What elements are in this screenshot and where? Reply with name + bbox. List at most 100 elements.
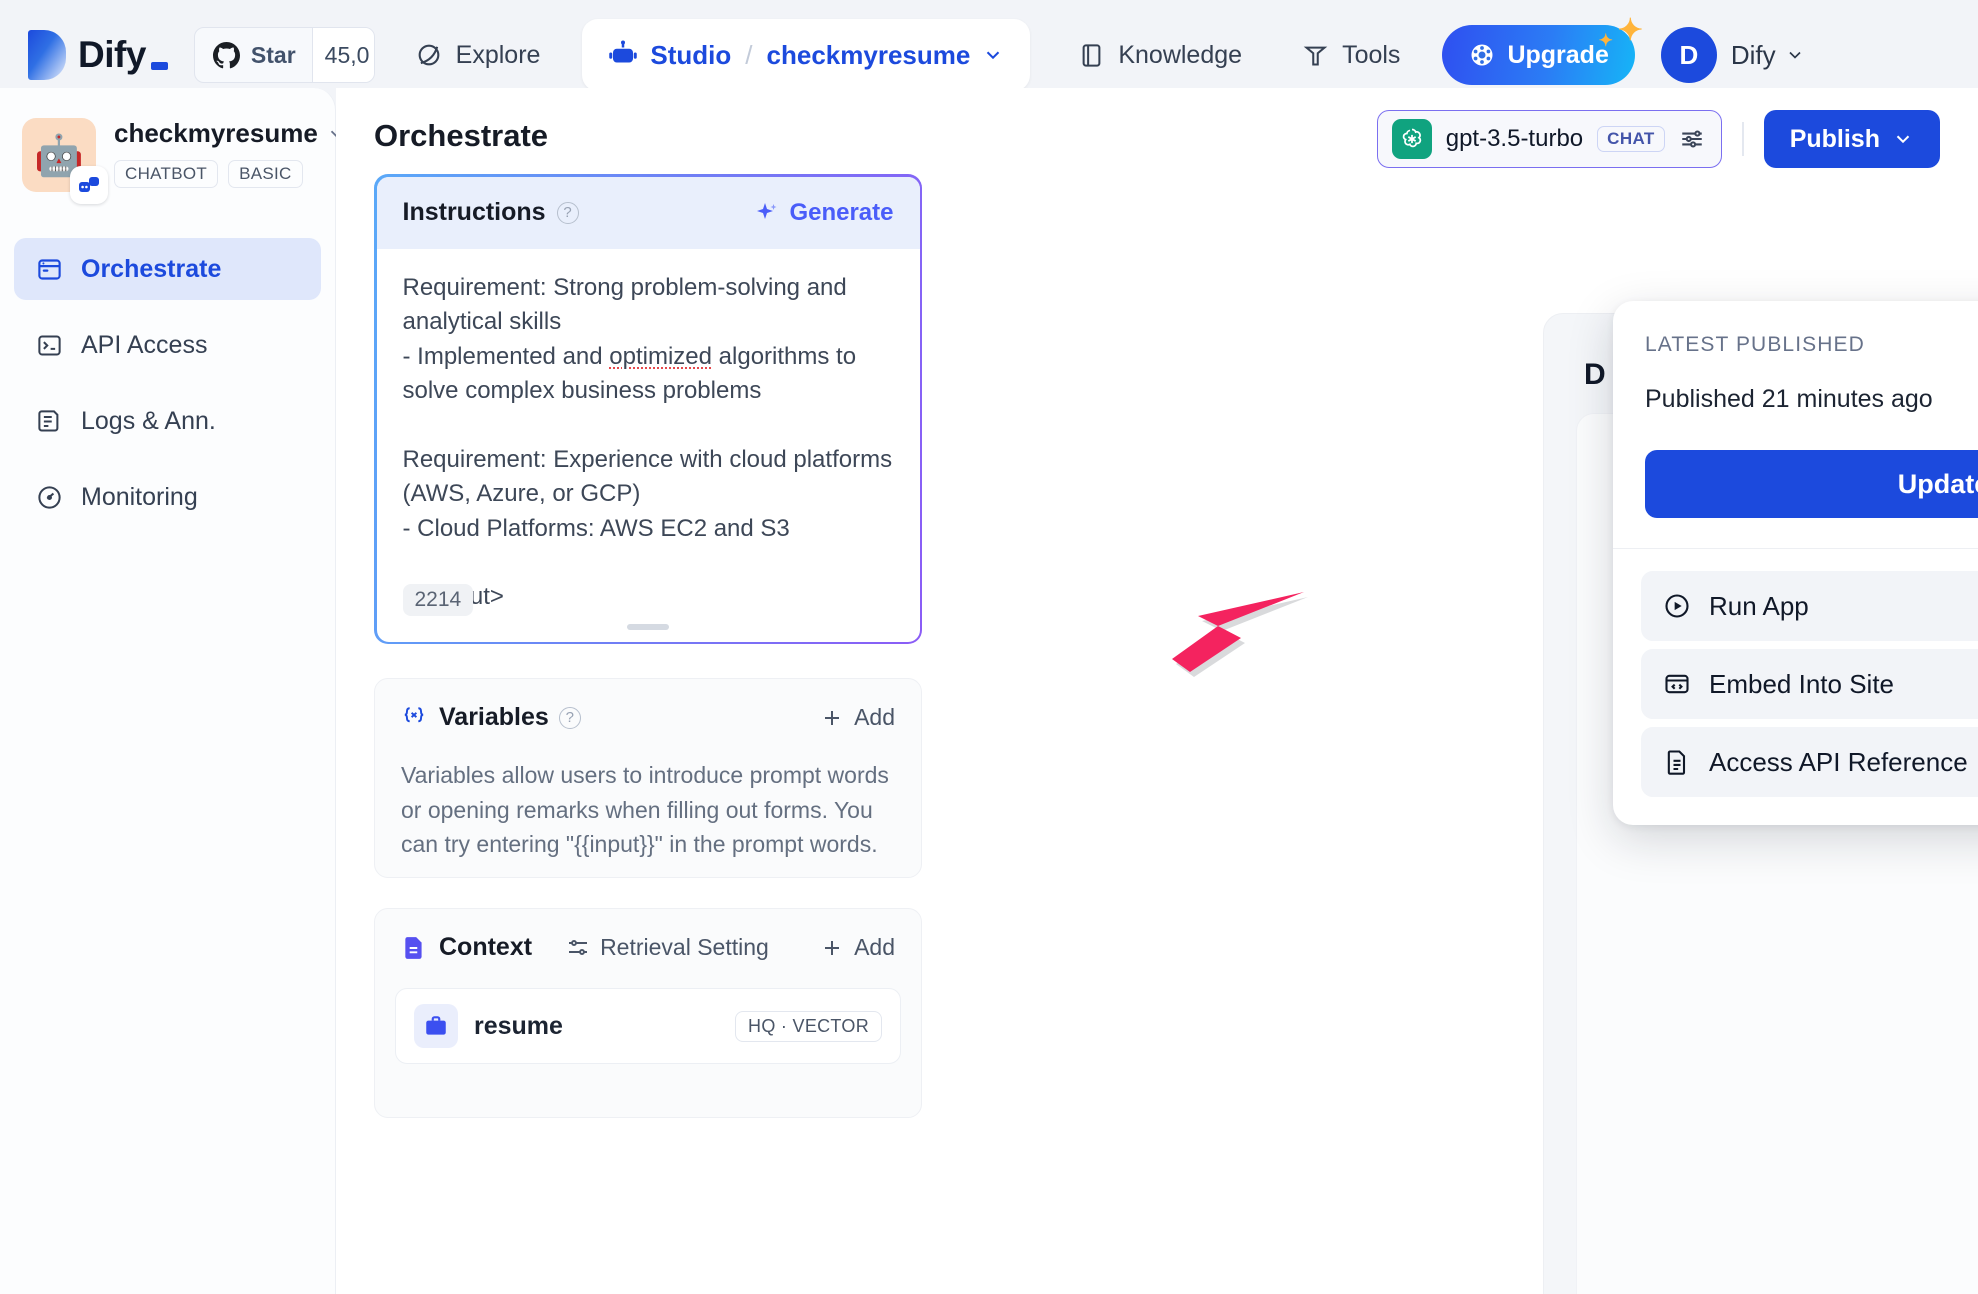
add-variable-button[interactable]: Add	[820, 704, 895, 731]
variables-title: Variables	[439, 703, 549, 732]
generate-label: Generate	[789, 199, 893, 227]
sidebar: 🤖 checkmyresume CHATBOT BASIC	[0, 88, 336, 1294]
debug-preview-title: D	[1584, 358, 1606, 392]
sidebar-nav: Orchestrate API Access Logs & Ann. Monit…	[0, 238, 335, 528]
question-mark-icon[interactable]: ?	[559, 707, 581, 729]
document-icon	[401, 935, 427, 961]
misspelled-word: optimized	[609, 343, 712, 370]
model-name: gpt-3.5-turbo	[1446, 125, 1583, 153]
retrieval-setting-button[interactable]: Retrieval Setting	[566, 934, 769, 961]
api-document-icon	[1663, 748, 1691, 776]
document-list-icon	[36, 408, 63, 435]
embed-code-icon	[1663, 670, 1691, 698]
main-content: Orchestrate gpt-3.5-turbo CHAT Publish	[336, 88, 1978, 1294]
app-plan-tag: BASIC	[228, 160, 303, 188]
sidebar-item-label: Orchestrate	[81, 255, 221, 284]
instructions-title: Instructions	[403, 198, 546, 227]
user-menu[interactable]: Dify	[1731, 40, 1805, 71]
sidebar-item-orchestrate[interactable]: Orchestrate	[14, 238, 321, 300]
knowledge-book-icon	[1078, 42, 1105, 69]
page-title: Orchestrate	[374, 118, 548, 154]
terminal-icon	[36, 332, 63, 359]
instructions-header: Instructions ? Generate	[377, 177, 920, 249]
access-api-reference-item[interactable]: Access API Reference	[1641, 727, 1978, 797]
add-context-button[interactable]: Add	[820, 934, 895, 961]
instructions-text[interactable]: Requirement: Strong problem-solving and …	[377, 249, 920, 615]
nav-explore-label: Explore	[456, 41, 541, 70]
upgrade-button[interactable]: ✦ ✦ Upgrade	[1442, 25, 1634, 85]
nav-explore[interactable]: Explore	[397, 27, 559, 83]
gauge-icon	[36, 484, 63, 511]
sidebar-item-label: Monitoring	[81, 483, 198, 512]
update-button[interactable]: Update	[1645, 450, 1978, 518]
model-mode-chip: CHAT	[1597, 126, 1665, 152]
nav-knowledge[interactable]: Knowledge	[1060, 27, 1260, 83]
publish-button[interactable]: Publish	[1764, 110, 1940, 168]
sidebar-app-header: 🤖 checkmyresume CHATBOT BASIC	[0, 88, 335, 192]
add-label: Add	[854, 704, 895, 731]
tools-hammer-icon	[1302, 42, 1329, 69]
sliders-icon[interactable]	[1679, 126, 1705, 152]
dataset-folder-icon	[414, 1004, 458, 1048]
model-selector[interactable]: gpt-3.5-turbo CHAT	[1377, 110, 1722, 168]
openai-icon	[1392, 119, 1432, 159]
publish-popup: LATEST PUBLISHED Published 21 minutes ag…	[1613, 301, 1978, 825]
dataset-name: resume	[474, 1012, 719, 1041]
upgrade-label: Upgrade	[1507, 41, 1608, 70]
instruction-line: Requirement: Strong problem-solving and …	[403, 271, 894, 340]
sidebar-item-monitoring[interactable]: Monitoring	[14, 466, 321, 528]
character-count: 2214	[403, 584, 474, 616]
brand-logo[interactable]: Dify	[28, 30, 168, 80]
breadcrumb-studio[interactable]: Studio	[650, 40, 731, 71]
sidebar-item-label: Logs & Ann.	[81, 407, 216, 436]
latest-published-label: LATEST PUBLISHED	[1645, 333, 1978, 357]
generate-button[interactable]: Generate	[755, 199, 893, 227]
curly-braces-x-icon	[401, 705, 427, 731]
instructions-card: Instructions ? Generate Requirement: Str…	[374, 174, 922, 644]
github-star-label: Star	[251, 42, 296, 69]
variables-hint: Variables allow users to introduce promp…	[401, 758, 895, 862]
settings-sliders-icon	[566, 936, 590, 960]
question-mark-icon[interactable]: ?	[557, 202, 579, 224]
nav-tools[interactable]: Tools	[1284, 27, 1418, 83]
sidebar-item-api-access[interactable]: API Access	[14, 314, 321, 376]
github-star-button[interactable]: Star 45,0	[194, 27, 375, 83]
add-label: Add	[854, 934, 895, 961]
sparkle-decoration-small-icon: ✦	[1599, 31, 1613, 51]
instruction-line: </output>	[403, 580, 894, 615]
divider	[1742, 122, 1744, 156]
breadcrumb-separator: /	[745, 40, 752, 71]
brand-underscore-icon	[151, 62, 168, 70]
orchestrate-icon	[36, 256, 63, 283]
dataset-index-chip: HQ · VECTOR	[735, 1011, 882, 1042]
blank-line	[403, 409, 894, 443]
context-dataset-item[interactable]: resume HQ · VECTOR	[395, 988, 901, 1064]
embed-into-site-item[interactable]: Embed Into Site	[1641, 649, 1978, 719]
sparkle-icon	[755, 201, 779, 225]
embed-into-site-label: Embed Into Site	[1709, 669, 1894, 700]
publish-label: Publish	[1790, 125, 1880, 154]
brand-name: Dify	[78, 34, 146, 76]
play-circle-icon	[1663, 592, 1691, 620]
run-app-label: Run App	[1709, 591, 1809, 622]
sidebar-item-logs-ann[interactable]: Logs & Ann.	[14, 390, 321, 452]
chevron-down-icon[interactable]	[982, 44, 1004, 66]
access-api-reference-label: Access API Reference	[1709, 747, 1968, 778]
avatar[interactable]: D	[1661, 27, 1717, 83]
run-app-item[interactable]: Run App	[1641, 571, 1978, 641]
breadcrumb-app-name[interactable]: checkmyresume	[767, 40, 971, 71]
context-card: Context Retrieval Setting Add	[374, 908, 922, 1118]
plus-icon	[820, 706, 844, 730]
chatbot-badge-icon	[70, 166, 108, 204]
variables-card: Variables ? Add Variables allow users to…	[374, 678, 922, 878]
blank-line	[403, 546, 894, 580]
sparkle-decoration-icon: ✦	[1618, 13, 1643, 48]
upgrade-badge-icon	[1468, 41, 1496, 69]
breadcrumb[interactable]: Studio / checkmyresume	[582, 19, 1030, 91]
instruction-line-with-misspelling: - Implemented and optimized algorithms t…	[403, 340, 894, 409]
resize-handle[interactable]	[627, 624, 669, 630]
github-icon	[213, 42, 240, 69]
explore-planet-icon	[415, 41, 443, 69]
chevron-down-icon	[1785, 45, 1805, 65]
dify-logo-icon	[28, 30, 66, 80]
